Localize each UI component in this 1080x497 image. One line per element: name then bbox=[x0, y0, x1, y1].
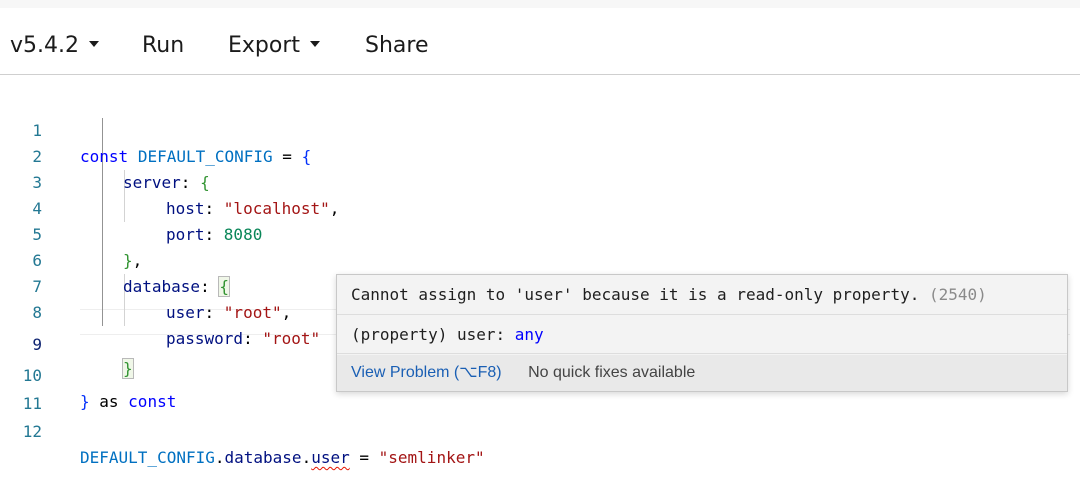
code-line: 2 server: { bbox=[0, 118, 1080, 192]
code-line: 12 DEFAULT_CONFIG.database.user = "semli… bbox=[0, 393, 1080, 467]
operator: = bbox=[349, 448, 379, 467]
version-dropdown[interactable]: v5.4.2 bbox=[10, 33, 99, 59]
line-number: 12 bbox=[22, 422, 42, 441]
toolbar: v5.4.2 Run Export Share bbox=[0, 8, 1080, 75]
code-line: 3 host: "localhost", bbox=[0, 144, 1080, 218]
code-line: 7 user: "root", bbox=[0, 248, 1080, 322]
run-button[interactable]: Run bbox=[142, 33, 184, 59]
no-quick-fixes-text: No quick fixes available bbox=[528, 364, 696, 381]
hover-tooltip: Cannot assign to 'user' because it is a … bbox=[336, 274, 1068, 392]
signature-type: any bbox=[514, 325, 544, 344]
code-line: 4 port: 8080 bbox=[0, 170, 1080, 244]
top-strip bbox=[0, 0, 1080, 8]
code-line: 6 database: { bbox=[0, 222, 1080, 297]
dot: . bbox=[301, 448, 312, 467]
error-property[interactable]: user bbox=[311, 448, 350, 467]
run-label: Run bbox=[142, 33, 185, 58]
share-label: Share bbox=[365, 33, 429, 58]
code-line: 1 const DEFAULT_CONFIG = { bbox=[0, 92, 1080, 166]
error-message: Cannot assign to 'user' because it is a … bbox=[337, 275, 1067, 315]
version-label: v5.4.2 bbox=[10, 33, 79, 58]
hover-actions: View Problem (⌥F8) No quick fixes availa… bbox=[337, 355, 1067, 391]
dot: . bbox=[214, 448, 225, 467]
share-button[interactable]: Share bbox=[365, 33, 429, 59]
view-problem-link[interactable]: View Problem (⌥F8) bbox=[351, 364, 502, 381]
string: "semlinker" bbox=[378, 448, 485, 467]
chevron-down-icon bbox=[310, 41, 321, 47]
identifier: DEFAULT_CONFIG bbox=[80, 448, 215, 467]
chevron-down-icon bbox=[89, 41, 99, 47]
error-code: (2540) bbox=[928, 285, 987, 304]
error-text: Cannot assign to 'user' because it is a … bbox=[351, 285, 920, 304]
export-dropdown[interactable]: Export bbox=[228, 33, 321, 59]
signature-prefix: (property) user: bbox=[351, 325, 515, 344]
type-signature: (property) user: any bbox=[337, 316, 1067, 354]
property: database bbox=[224, 448, 302, 467]
export-label: Export bbox=[228, 33, 301, 58]
code-line: 5 }, bbox=[0, 196, 1080, 270]
